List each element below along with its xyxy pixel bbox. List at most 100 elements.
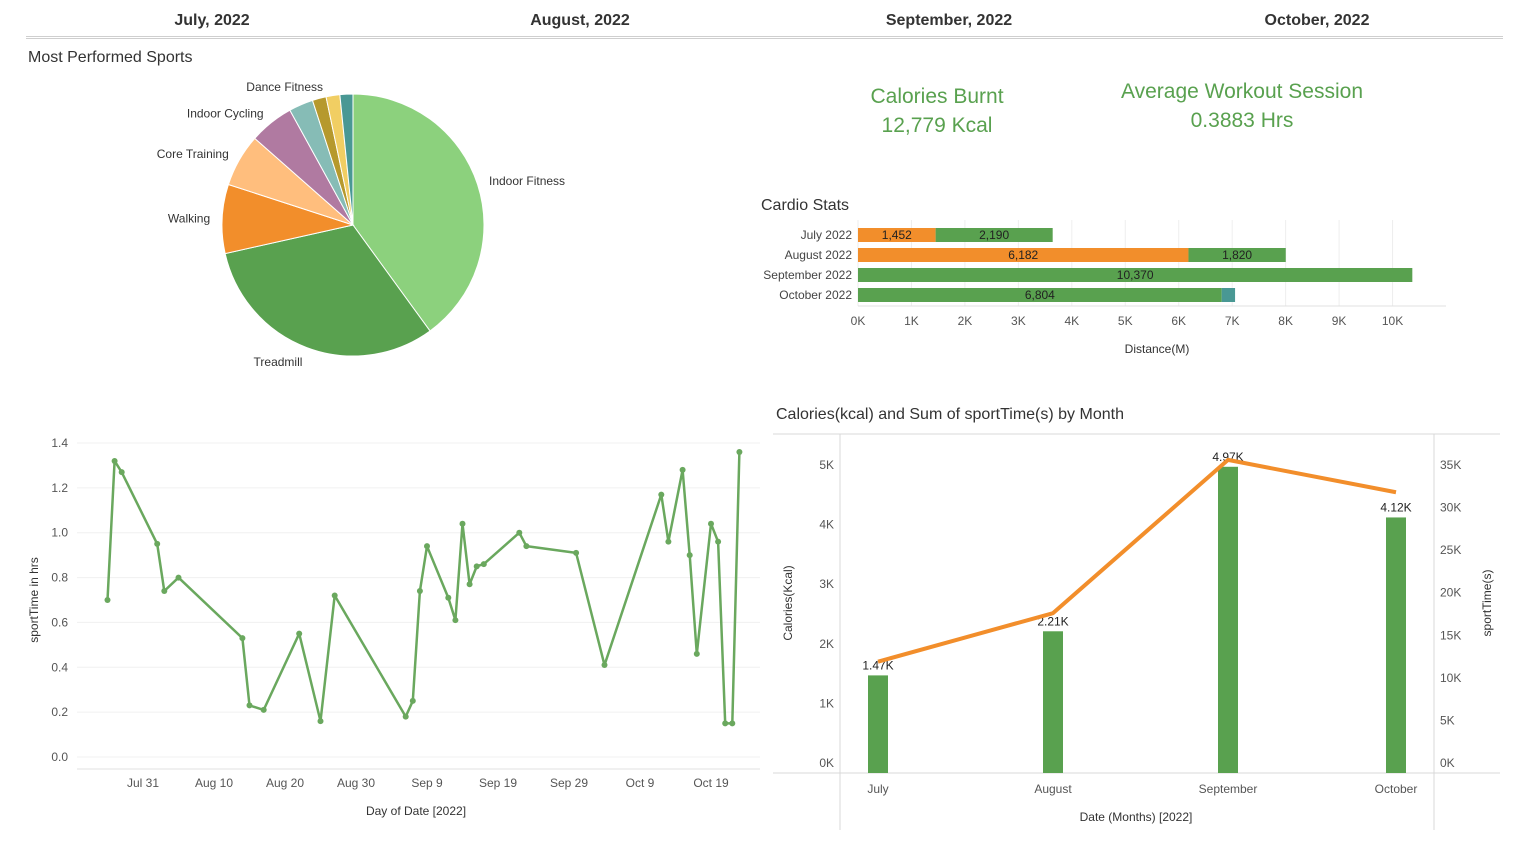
combo-ytick: 0K <box>819 756 834 770</box>
sporttime-point <box>111 457 118 464</box>
sporttime-point <box>409 697 416 704</box>
cardio-category: September 2022 <box>763 268 852 282</box>
sporttime-point <box>708 520 714 527</box>
month-october[interactable]: October, 2022 <box>1265 12 1370 30</box>
sporttime-point <box>445 594 452 601</box>
line-ytick: 0.6 <box>51 615 68 629</box>
pie-label: Indoor Cycling <box>187 106 264 120</box>
session-kpi: Average Workout Session 0.3883 Hrs <box>1121 77 1363 135</box>
cardio-xtick: 4K <box>1064 314 1079 328</box>
sporttime-point <box>715 538 722 545</box>
line-xlabel: Day of Date [2022] <box>366 804 466 818</box>
cardio-xtick: 9K <box>1332 314 1347 328</box>
sporttime-point <box>161 588 168 595</box>
cardio-bar <box>1221 288 1236 302</box>
sporttime-point <box>573 549 580 556</box>
sporttime-point <box>452 617 459 624</box>
sporttime-point <box>239 635 246 642</box>
cardio-xtick: 5K <box>1118 314 1133 328</box>
calories-bar <box>1043 631 1063 773</box>
combo-y2tick: 35K <box>1440 458 1461 472</box>
sporttime-point <box>480 561 487 568</box>
sporttime-point <box>296 630 303 637</box>
sporttime-point <box>331 592 338 599</box>
calories-combo-chart[interactable]: 0K1K2K3K4K5K0K5K10K15K20K25K30K35K1.47KJ… <box>770 430 1517 835</box>
combo-y2tick: 5K <box>1440 713 1455 727</box>
combo-ytick: 3K <box>819 577 834 591</box>
combo-xlabel: Date (Months) [2022] <box>1080 810 1193 824</box>
line-ylabel: sportTime in hrs <box>27 557 41 643</box>
sporttime-point <box>154 540 161 547</box>
sporttime-point <box>402 713 409 720</box>
sporttime-point <box>246 702 253 709</box>
sporttime-point <box>679 466 686 473</box>
sporttime-point <box>736 448 743 455</box>
sporttime-point <box>601 662 608 669</box>
cardio-title: Cardio Stats <box>761 197 850 214</box>
combo-xtick: October <box>1375 782 1418 796</box>
line-ytick: 1.0 <box>51 526 68 540</box>
cardio-category: July 2022 <box>801 228 853 242</box>
month-september[interactable]: September, 2022 <box>886 12 1012 30</box>
month-july[interactable]: July, 2022 <box>174 12 249 30</box>
sporttime-point <box>665 538 672 545</box>
sporttime-point <box>466 581 473 588</box>
cardio-xtick: 10K <box>1382 314 1403 328</box>
cardio-value: 1,820 <box>1222 248 1252 262</box>
combo-y2tick: 0K <box>1440 756 1455 770</box>
line-xtick: Aug 30 <box>337 776 375 790</box>
combo-ytick: 5K <box>819 458 834 472</box>
sporttime-point <box>317 718 324 725</box>
calories-bar <box>868 675 888 773</box>
line-xtick: Sep 9 <box>411 776 443 790</box>
pie-title: Most Performed Sports <box>28 49 193 66</box>
cardio-xlabel: Distance(M) <box>1125 342 1190 356</box>
calories-kpi-value: 12,779 Kcal <box>881 114 993 137</box>
sporttime-sum-line <box>877 457 1397 664</box>
sporttime-point <box>693 650 700 657</box>
combo-y2tick: 25K <box>1440 543 1461 557</box>
pie-chart[interactable]: Indoor Fitness Treadmill Walking Core Train… <box>0 70 740 390</box>
calories-bar <box>1218 466 1238 773</box>
cardio-value: 2,190 <box>979 228 1009 242</box>
sporttime-point <box>729 720 736 727</box>
sporttime-point <box>416 588 423 595</box>
cardio-chart[interactable]: 0K 1K 2K 3K 4K 5K 6K 7K 8K 9K 10K July 2022 1,452 2,1… <box>740 218 1517 368</box>
line-xtick: Aug 20 <box>266 776 304 790</box>
line-xtick: Jul 31 <box>127 776 159 790</box>
session-kpi-value: 0.3883 Hrs <box>1190 109 1294 132</box>
sporttime-point <box>175 574 182 581</box>
sporttime-point <box>260 706 267 713</box>
calories-bar-label: 4.12K <box>1380 500 1411 514</box>
combo-ytick: 2K <box>819 637 834 651</box>
sporttime-point <box>516 529 523 536</box>
pie-label: Treadmill <box>254 355 303 369</box>
combo-ytick: 1K <box>819 696 834 710</box>
cardio-xtick: 0K <box>851 314 866 328</box>
session-kpi-title: Average Workout Session <box>1120 80 1364 103</box>
combo-title: Calories(kcal) and Sum of sportTime(s) b… <box>776 406 1124 423</box>
calories-bar <box>1386 517 1406 773</box>
line-xtick: Aug 10 <box>195 776 233 790</box>
line-ytick: 0.8 <box>51 571 68 585</box>
sporttime-point <box>118 469 125 476</box>
cardio-value: 6,804 <box>1025 288 1055 302</box>
sporttime-point <box>686 552 693 559</box>
calories-kpi: Calories Burnt 12,779 Kcal <box>870 82 1003 140</box>
sporttime-point <box>523 543 530 550</box>
cardio-category: October 2022 <box>779 288 852 302</box>
month-august[interactable]: August, 2022 <box>530 12 630 30</box>
cardio-xtick: 1K <box>904 314 919 328</box>
cardio-value: 10,370 <box>1117 268 1154 282</box>
sporttime-line-chart[interactable]: 0.0 0.2 0.4 0.6 0.8 1.0 1.2 1.4 Jul 31 Aug 10 Aug … <box>0 425 770 825</box>
line-xtick: Oct 19 <box>693 776 729 790</box>
cardio-xtick: 7K <box>1225 314 1240 328</box>
combo-xtick: September <box>1199 782 1258 796</box>
sporttime-point <box>459 520 466 527</box>
sporttime-point <box>722 720 729 727</box>
pie-label: Core Training <box>157 147 229 161</box>
cardio-value: 6,182 <box>1008 248 1038 262</box>
pie-label: Walking <box>168 211 210 225</box>
pie-label: Indoor Fitness <box>489 174 565 188</box>
sporttime-point <box>424 543 430 550</box>
